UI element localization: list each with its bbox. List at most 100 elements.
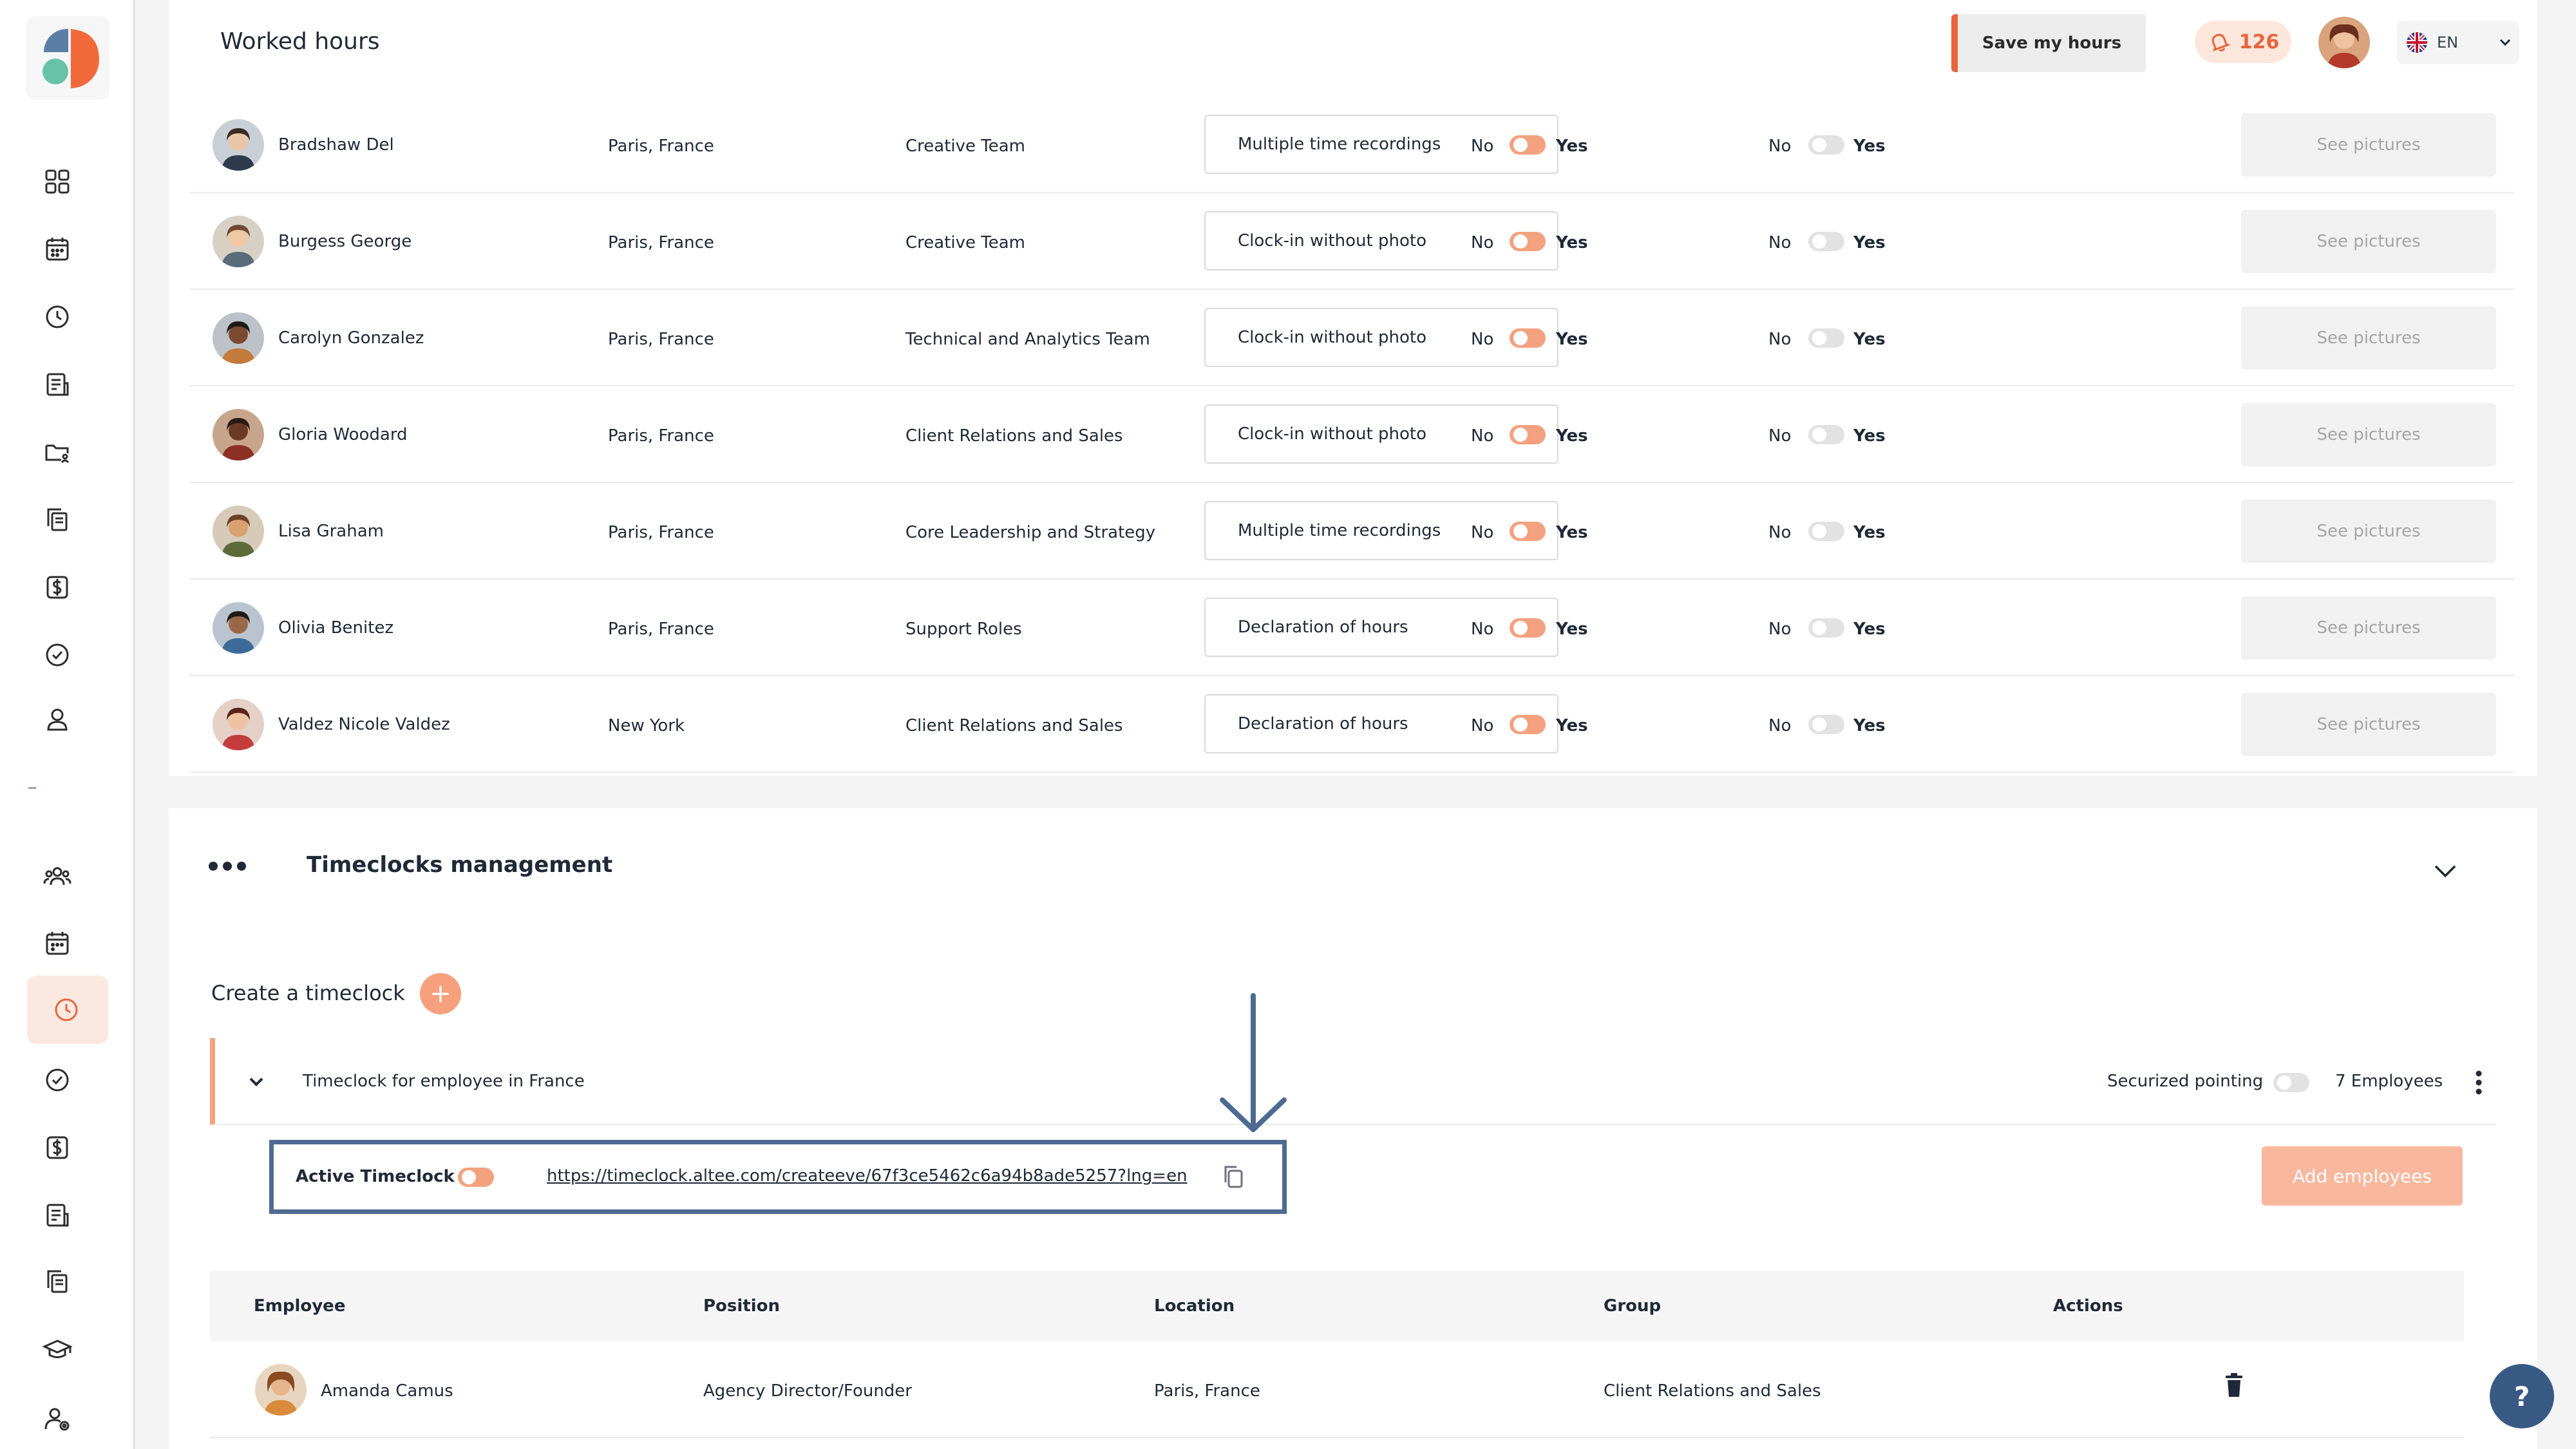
clock-in-toggle[interactable] <box>1510 425 1546 444</box>
column-header-location: Location <box>1154 1296 1235 1316</box>
save-hours-button[interactable]: Save my hours <box>1951 14 2146 72</box>
avatar <box>213 506 264 557</box>
tasks-check-icon[interactable] <box>40 638 75 672</box>
clock-in-toggle[interactable] <box>1510 522 1546 541</box>
app-logo[interactable] <box>26 16 109 100</box>
user-profile-icon[interactable] <box>40 702 75 737</box>
employee-name: Burgess George <box>278 232 412 251</box>
recording-mode-select[interactable]: Declaration of hours <box>1204 694 1558 753</box>
user-settings-icon[interactable] <box>40 1401 75 1436</box>
files-icon[interactable] <box>40 1264 75 1299</box>
toggle-no-label: No <box>1768 716 1792 735</box>
approvals-check-icon[interactable] <box>40 1063 75 1097</box>
photo-toggle[interactable] <box>1808 715 1844 734</box>
photo-toggle[interactable] <box>1808 522 1844 541</box>
see-pictures-button[interactable]: See pictures <box>2241 210 2496 273</box>
see-pictures-button[interactable]: See pictures <box>2241 500 2496 563</box>
sidebar-separator <box>28 787 36 789</box>
timeclock-url-link[interactable]: https://timeclock.altee.com/createeve/67… <box>547 1166 1188 1186</box>
toggle-no-label: No <box>1471 330 1494 349</box>
dashboard-icon[interactable] <box>40 164 75 199</box>
toggle-yes-label: Yes <box>1853 426 1886 446</box>
employee-name: Gloria Woodard <box>278 425 408 444</box>
language-selector[interactable]: EN <box>2397 21 2519 64</box>
report-icon[interactable] <box>40 367 75 402</box>
clock-in-toggle[interactable] <box>1510 618 1546 638</box>
add-employees-button[interactable]: Add employees <box>2262 1146 2463 1206</box>
toggle-yes-label: Yes <box>1556 716 1588 735</box>
active-timeclock-toggle[interactable] <box>458 1168 494 1187</box>
folder-user-icon[interactable] <box>40 435 75 469</box>
toggle-no-label: No <box>1768 137 1792 156</box>
recording-mode-value: Clock-in without photo <box>1238 424 1426 444</box>
employee-location: Paris, France <box>608 233 714 252</box>
documents-icon[interactable] <box>40 502 75 537</box>
employee-location: Paris, France <box>608 523 714 542</box>
toggle-no-label: No <box>1768 426 1792 446</box>
recording-mode-value: Clock-in without photo <box>1238 328 1426 347</box>
user-avatar[interactable] <box>2318 17 2370 68</box>
avatar <box>213 409 264 460</box>
clock-icon[interactable] <box>40 299 75 334</box>
see-pictures-button[interactable]: See pictures <box>2241 307 2496 370</box>
secured-pointing-toggle[interactable] <box>2273 1073 2309 1092</box>
employee-team: Creative Team <box>905 233 1025 252</box>
employee-position: Agency Director/Founder <box>703 1381 912 1401</box>
employee-team: Technical and Analytics Team <box>905 330 1150 349</box>
photo-toggle[interactable] <box>1808 232 1844 251</box>
collapse-chevron-icon[interactable] <box>2429 855 2461 887</box>
sidebar-scrollbar[interactable] <box>133 0 135 1449</box>
avatar <box>213 602 264 654</box>
help-button[interactable]: ? <box>2490 1364 2554 1428</box>
employee-name: Carolyn Gonzalez <box>278 328 424 348</box>
recording-mode-select[interactable]: Clock-in without photo <box>1204 308 1558 367</box>
see-pictures-button[interactable]: See pictures <box>2241 113 2496 176</box>
section-title: Timeclocks management <box>307 852 613 878</box>
trash-icon[interactable] <box>2223 1372 2245 1398</box>
employee-location: Paris, France <box>1154 1381 1260 1401</box>
calendar-icon[interactable] <box>40 232 75 267</box>
photo-toggle[interactable] <box>1808 425 1844 444</box>
clock-in-toggle[interactable] <box>1510 328 1546 348</box>
timeclock-icon[interactable] <box>49 992 84 1027</box>
employee-name: Valdez Nicole Valdez <box>278 715 450 734</box>
notifications-button[interactable]: 126 <box>2195 21 2291 63</box>
employee-name: Lisa Graham <box>278 522 384 541</box>
recording-mode-select[interactable]: Multiple time recordings <box>1204 501 1558 560</box>
employee-location: Paris, France <box>608 330 714 349</box>
avatar <box>213 216 264 267</box>
copy-icon[interactable] <box>1219 1162 1247 1191</box>
see-pictures-button[interactable]: See pictures <box>2241 693 2496 756</box>
clock-in-toggle[interactable] <box>1510 135 1546 155</box>
more-options-icon[interactable] <box>2469 1066 2488 1099</box>
worked-hours-table: Bradshaw Del Paris, France Creative Team… <box>169 97 2537 776</box>
employee-name: Bradshaw Del <box>278 135 394 155</box>
column-header-position: Position <box>703 1296 781 1316</box>
toggle-no-label: No <box>1768 330 1792 349</box>
photo-toggle[interactable] <box>1808 328 1844 348</box>
expenses-icon[interactable] <box>40 1130 75 1165</box>
timeclock-item: Timeclock for employee in France Securiz… <box>210 1038 2496 1125</box>
timesheet-report-icon[interactable] <box>40 1198 75 1233</box>
expand-chevron-icon[interactable] <box>245 1070 268 1094</box>
recording-mode-value: Declaration of hours <box>1238 618 1408 637</box>
see-pictures-button[interactable]: See pictures <box>2241 403 2496 466</box>
create-timeclock-button[interactable]: + <box>420 973 461 1014</box>
clock-in-toggle[interactable] <box>1510 232 1546 251</box>
clock-in-toggle[interactable] <box>1510 715 1546 734</box>
training-graduation-icon[interactable] <box>40 1332 75 1367</box>
recording-mode-select[interactable]: Declaration of hours <box>1204 598 1558 657</box>
recording-mode-select[interactable]: Clock-in without photo <box>1204 404 1558 464</box>
recording-mode-select[interactable]: Multiple time recordings <box>1204 115 1558 174</box>
recording-mode-select[interactable]: Clock-in without photo <box>1204 211 1558 270</box>
toggle-yes-label: Yes <box>1853 330 1886 349</box>
photo-toggle[interactable] <box>1808 135 1844 155</box>
payroll-icon[interactable] <box>40 570 75 605</box>
toggle-no-label: No <box>1768 523 1792 542</box>
see-pictures-button[interactable]: See pictures <box>2241 596 2496 659</box>
team-icon[interactable] <box>40 858 75 893</box>
planning-calendar-icon[interactable] <box>40 926 75 961</box>
chevron-down-icon <box>2500 39 2511 46</box>
timeclock-name: Timeclock for employee in France <box>303 1072 585 1091</box>
photo-toggle[interactable] <box>1808 618 1844 638</box>
